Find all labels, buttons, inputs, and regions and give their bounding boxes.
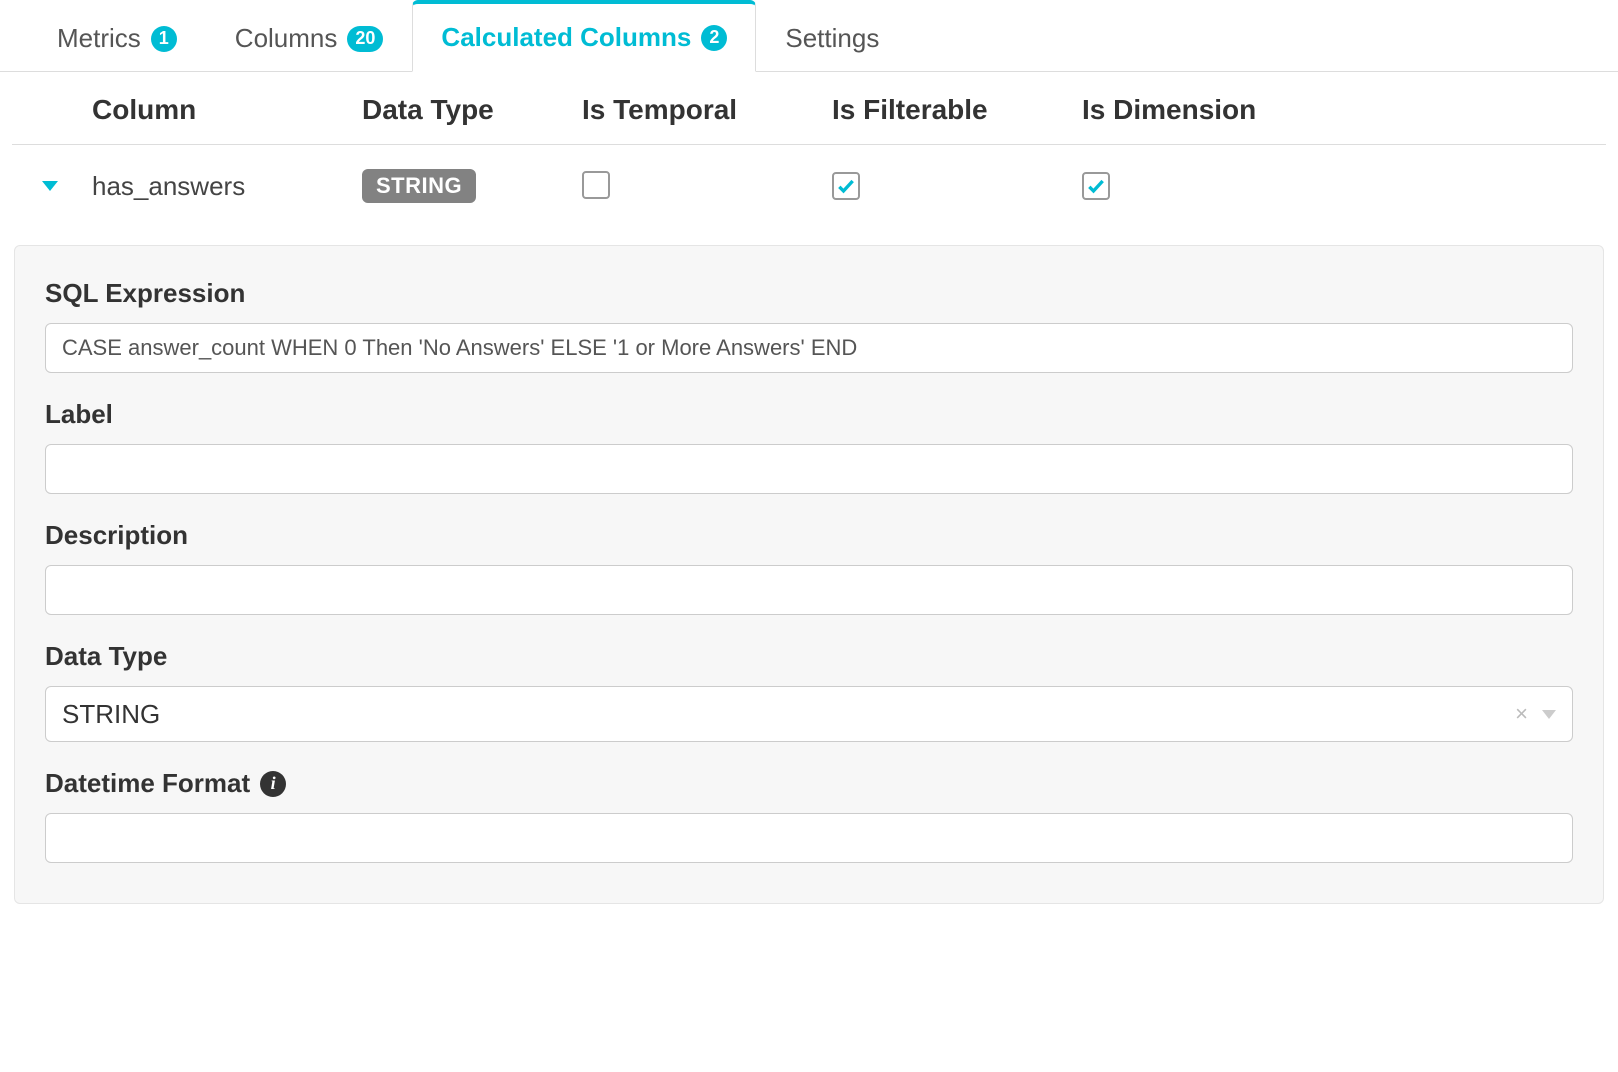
datetime-format-label: Datetime Format — [45, 768, 250, 799]
datatype-chip: STRING — [362, 169, 476, 203]
info-icon[interactable]: i — [260, 771, 286, 797]
header-filterable: Is Filterable — [832, 94, 1082, 126]
chevron-down-icon[interactable] — [1542, 710, 1556, 719]
tab-label: Metrics — [57, 23, 141, 54]
detail-panel: SQL Expression Label Description Data Ty… — [14, 245, 1604, 904]
datetime-format-input[interactable] — [45, 813, 1573, 863]
clear-icon[interactable]: × — [1515, 701, 1528, 727]
tab-columns[interactable]: Columns 20 — [206, 4, 413, 72]
tab-calculated-columns[interactable]: Calculated Columns 2 — [412, 0, 756, 72]
expand-caret-icon[interactable] — [42, 181, 58, 191]
tab-label: Calculated Columns — [441, 22, 691, 53]
tab-label: Columns — [235, 23, 338, 54]
description-label: Description — [45, 520, 1573, 551]
tab-bar: Metrics 1 Columns 20 Calculated Columns … — [0, 0, 1618, 72]
tab-label: Settings — [785, 23, 879, 54]
data-type-value: STRING — [62, 699, 160, 730]
data-type-label: Data Type — [45, 641, 1573, 672]
description-input[interactable] — [45, 565, 1573, 615]
tab-badge: 20 — [347, 26, 383, 52]
is-filterable-checkbox[interactable] — [832, 172, 860, 200]
tab-metrics[interactable]: Metrics 1 — [28, 4, 206, 72]
header-dimension: Is Dimension — [1082, 94, 1332, 126]
sql-expression-input[interactable] — [45, 323, 1573, 373]
table-row: has_answers STRING — [12, 145, 1606, 227]
is-temporal-checkbox[interactable] — [582, 171, 610, 199]
tab-badge: 1 — [151, 26, 177, 52]
label-field-label: Label — [45, 399, 1573, 430]
header-temporal: Is Temporal — [582, 94, 832, 126]
tab-settings[interactable]: Settings — [756, 4, 908, 72]
tab-badge: 2 — [701, 25, 727, 51]
table-header: Column Data Type Is Temporal Is Filterab… — [12, 72, 1606, 145]
sql-expression-label: SQL Expression — [45, 278, 1573, 309]
row-column-name: has_answers — [92, 171, 362, 202]
header-column: Column — [92, 94, 362, 126]
data-type-select[interactable]: STRING × — [45, 686, 1573, 742]
is-dimension-checkbox[interactable] — [1082, 172, 1110, 200]
header-datatype: Data Type — [362, 94, 582, 126]
label-field-input[interactable] — [45, 444, 1573, 494]
